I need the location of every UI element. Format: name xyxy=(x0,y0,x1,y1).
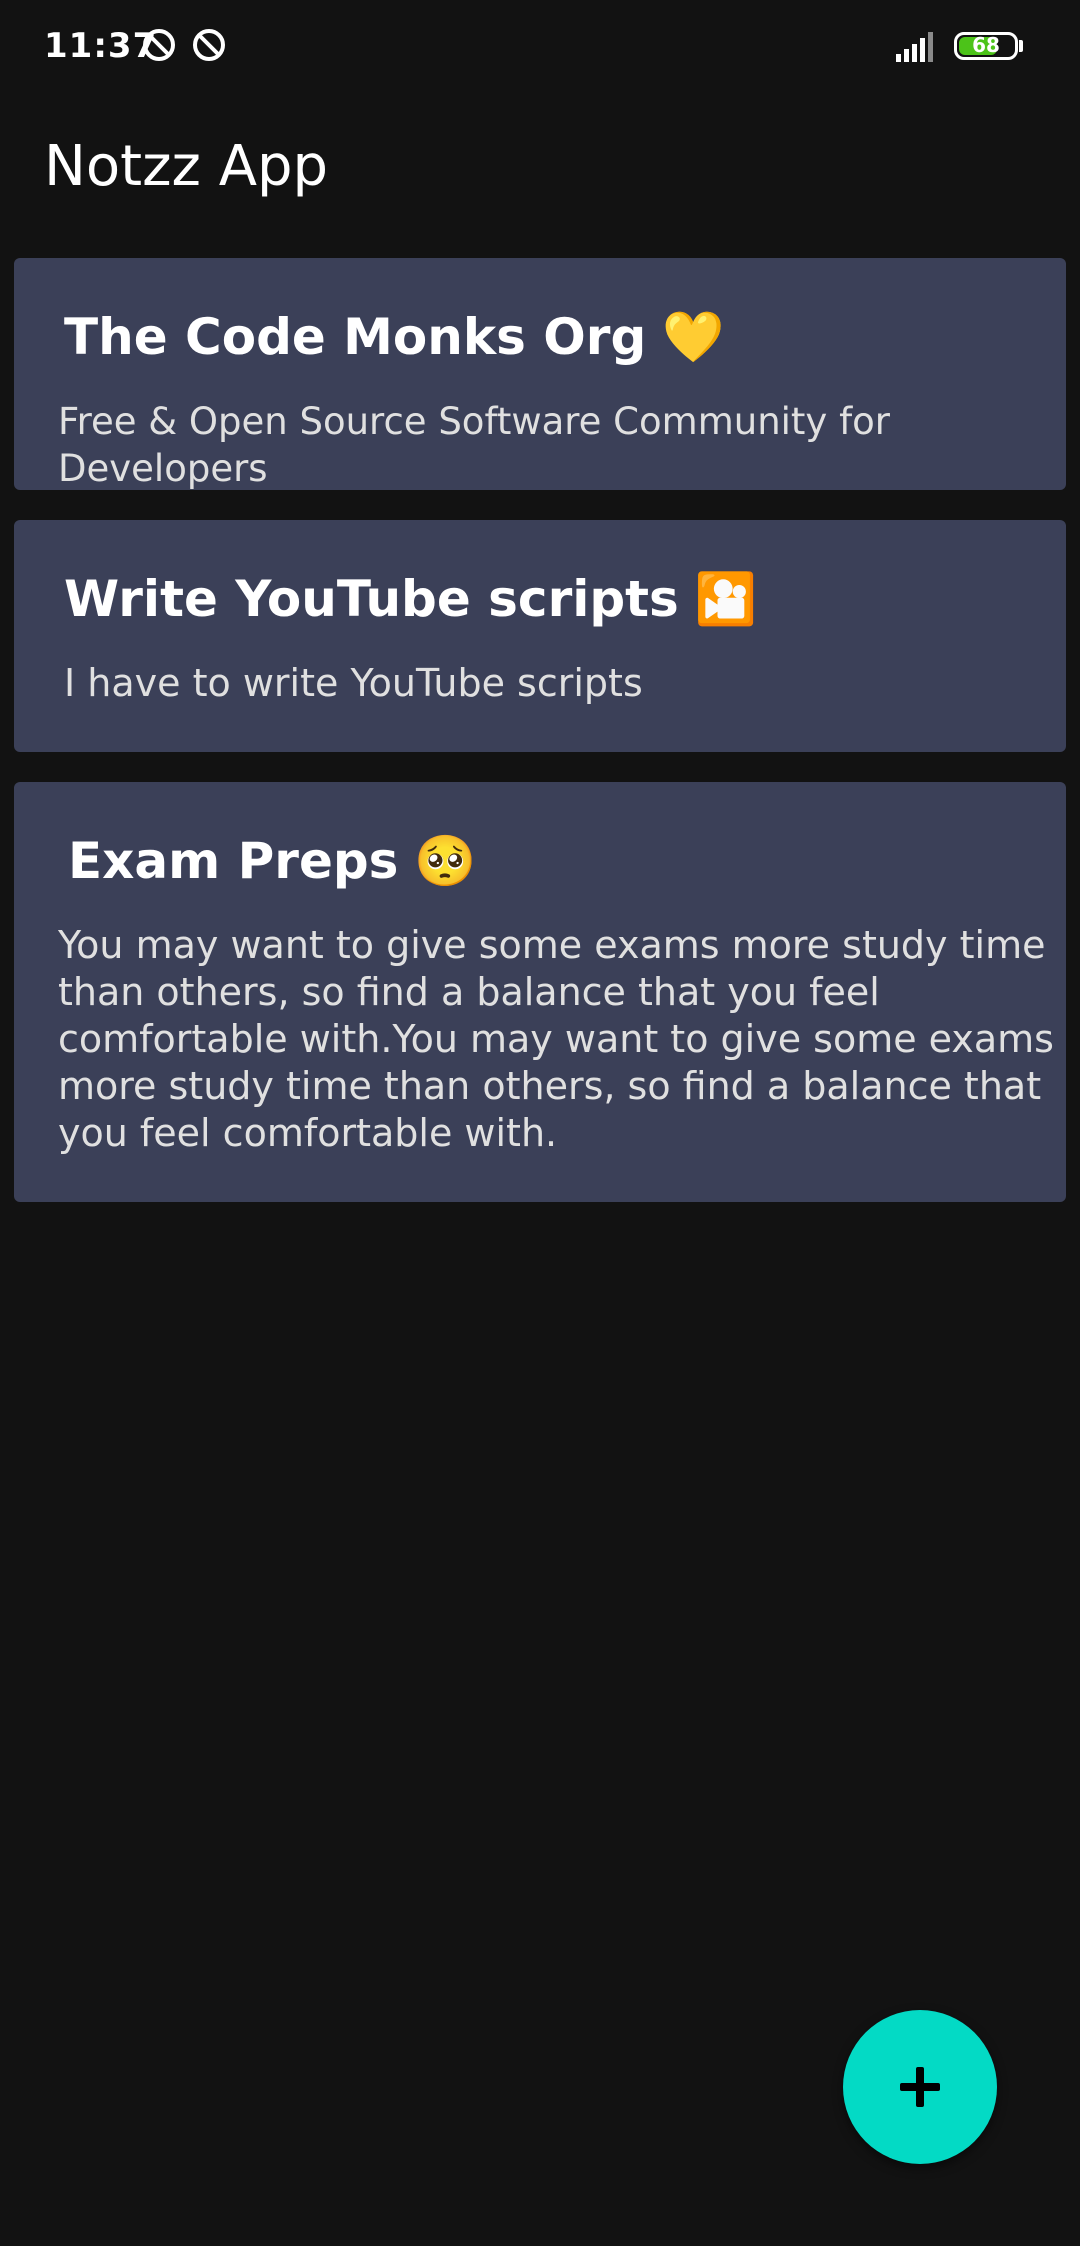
note-title: Exam Preps 🥺 xyxy=(68,832,477,891)
note-body: You may want to give some exams more stu… xyxy=(58,923,1054,1155)
status-bar: 11:37 68 xyxy=(0,0,1080,96)
note-body: I have to write YouTube scripts xyxy=(64,661,643,705)
note-title-text: The Code Monks Org xyxy=(64,308,647,366)
do-not-disturb-icon xyxy=(193,29,225,61)
signal-icon xyxy=(896,32,933,62)
note-title: The Code Monks Org 💛 xyxy=(64,308,725,367)
battery-tip xyxy=(1019,40,1023,52)
note-title: Write YouTube scripts 🎦 xyxy=(64,570,757,629)
add-note-button[interactable] xyxy=(843,2010,997,2164)
do-not-disturb-icon xyxy=(143,29,175,61)
cinema-emoji-icon: 🎦 xyxy=(694,570,758,628)
plus-icon xyxy=(900,2067,940,2107)
note-title-text: Write YouTube scripts xyxy=(64,570,679,628)
pleading-face-emoji-icon: 🥺 xyxy=(414,832,477,890)
app-title: Notzz App xyxy=(44,134,329,199)
heart-emoji-icon: 💛 xyxy=(662,308,725,366)
battery-icon: 68 xyxy=(954,32,1018,60)
note-card[interactable]: The Code Monks Org 💛 Free & Open Source S… xyxy=(14,258,1066,490)
status-time: 11:37 xyxy=(44,26,158,66)
battery-level: 68 xyxy=(972,33,1000,57)
note-body: Free & Open Source Software Community fo… xyxy=(58,400,890,490)
note-card[interactable]: Exam Preps 🥺 You may want to give some ex… xyxy=(14,782,1066,1202)
note-title-text: Exam Preps xyxy=(68,832,399,890)
note-card[interactable]: Write YouTube scripts 🎦 I have to write Y… xyxy=(14,520,1066,752)
